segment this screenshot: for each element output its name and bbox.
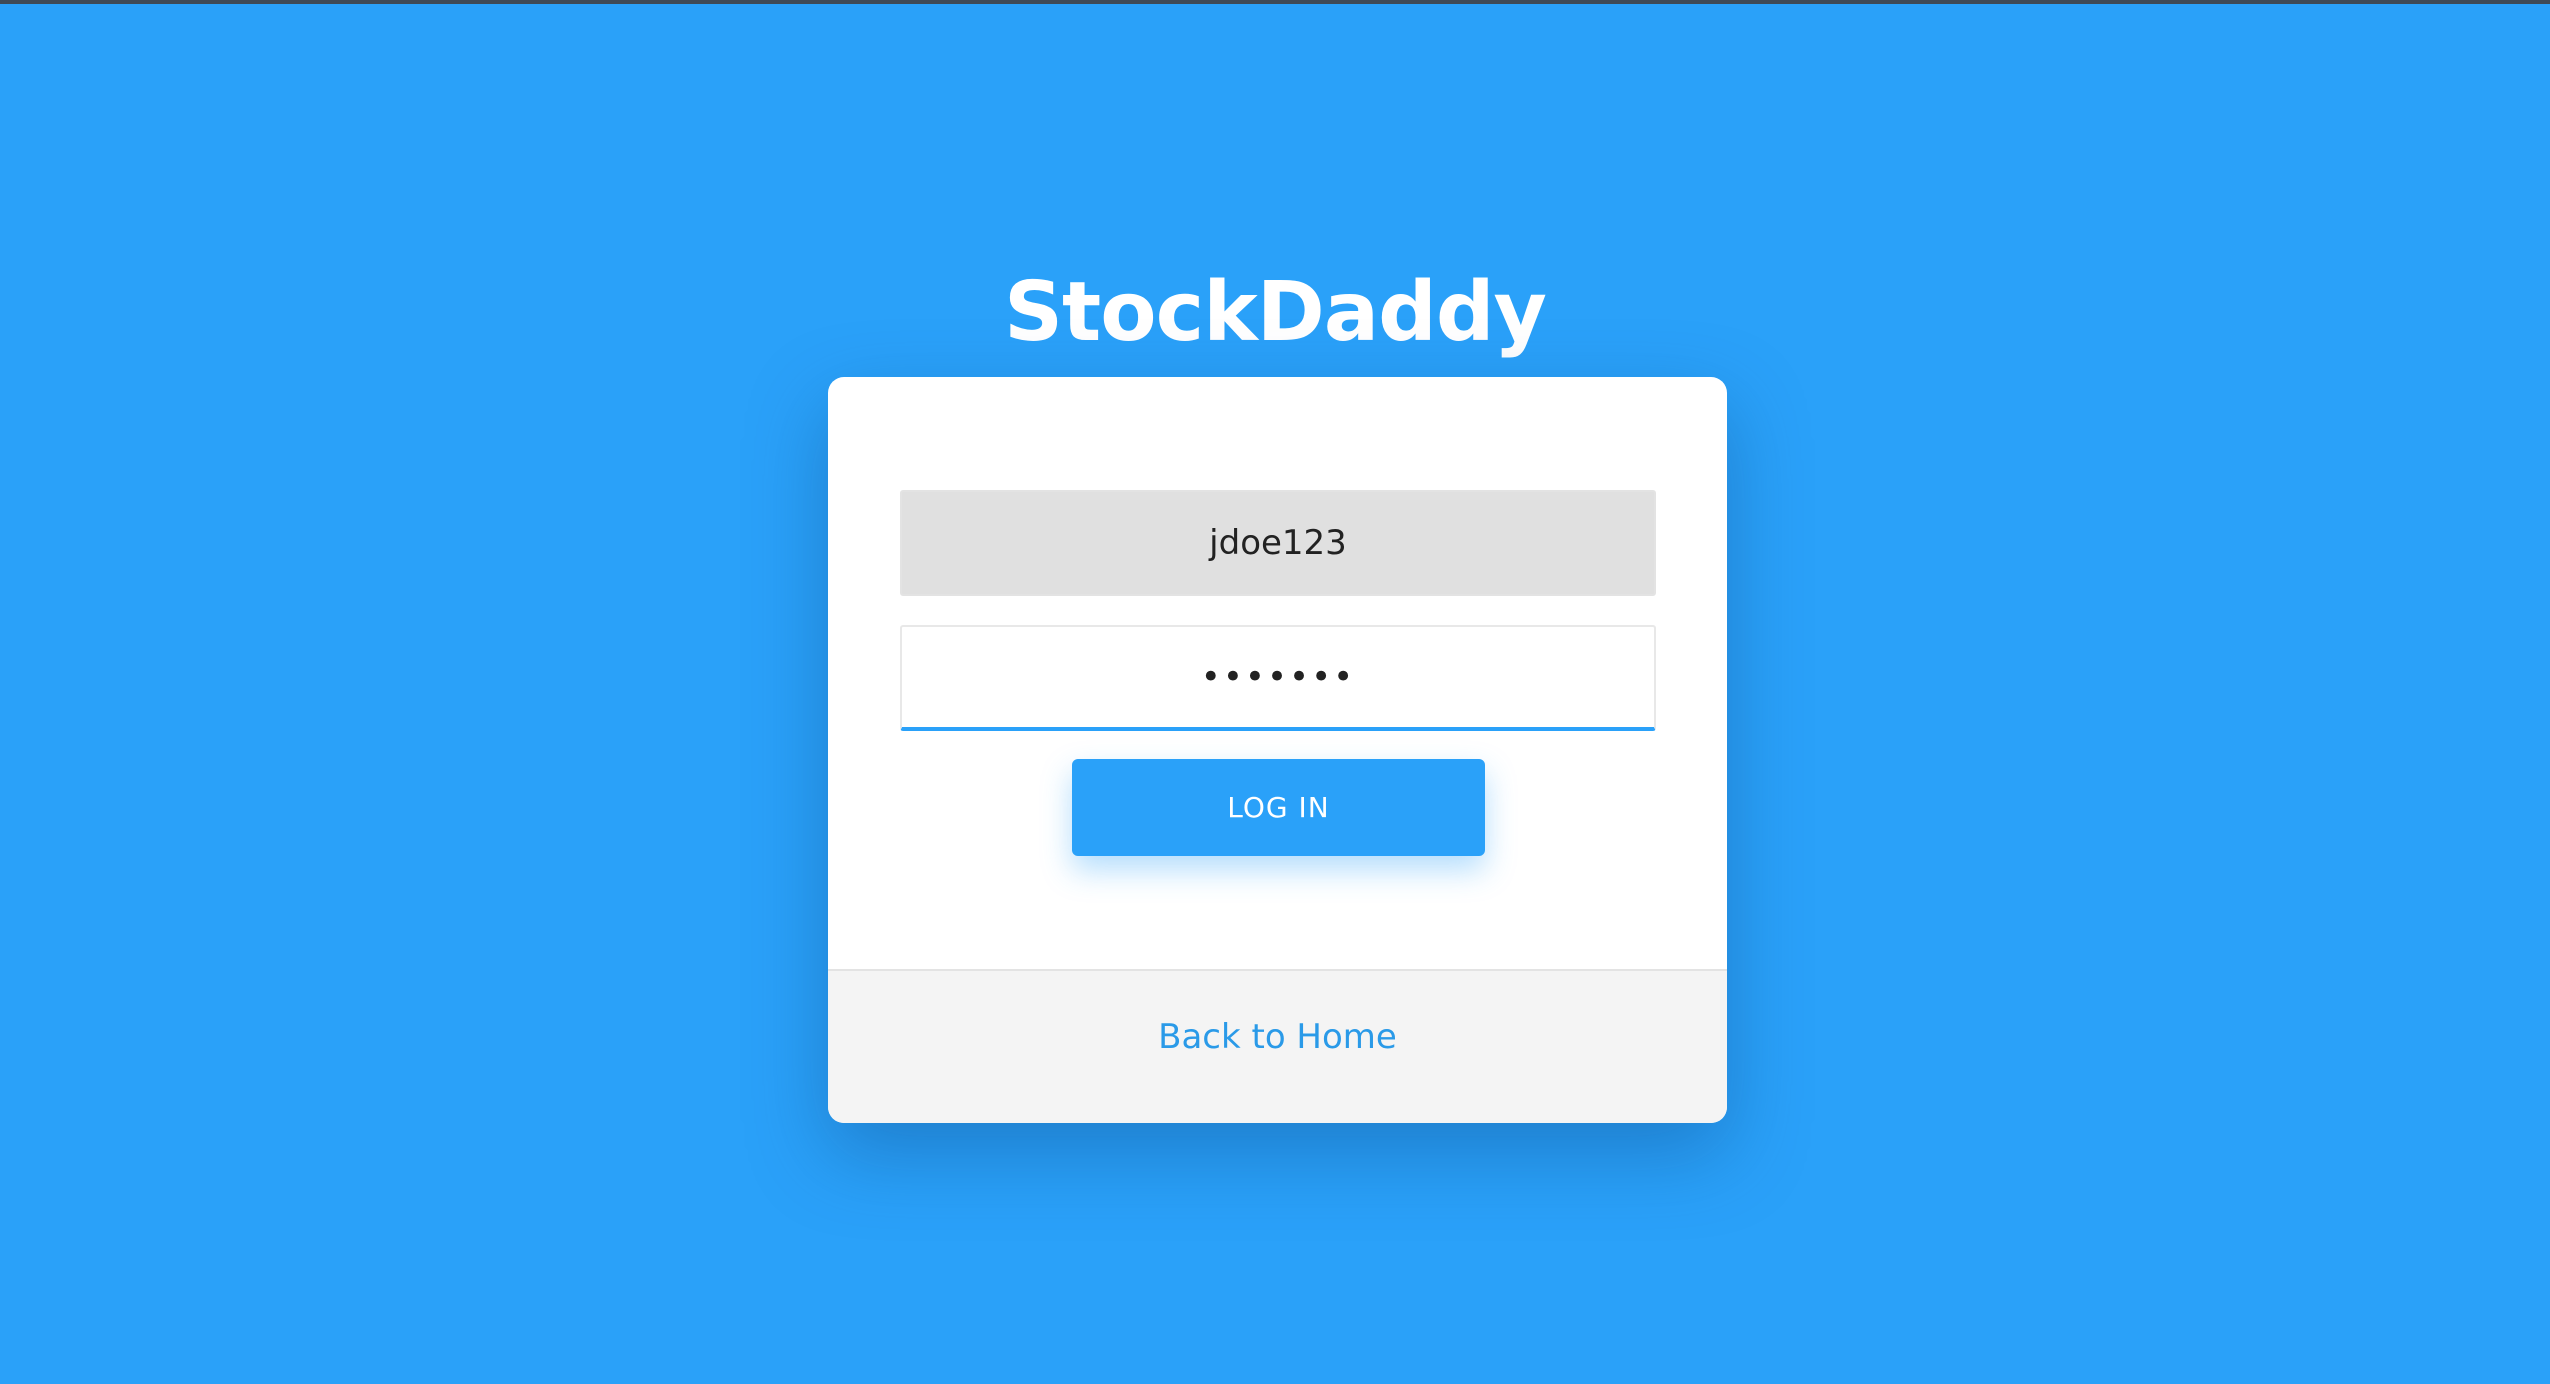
password-input[interactable] bbox=[900, 625, 1656, 731]
back-to-home-link[interactable]: Back to Home bbox=[1158, 1017, 1397, 1057]
login-form: LOG IN bbox=[828, 377, 1727, 969]
brand-logo-text: StockDaddy bbox=[1004, 265, 1547, 360]
login-button[interactable]: LOG IN bbox=[1072, 759, 1485, 856]
window-top-border bbox=[0, 0, 2550, 4]
login-card: LOG IN Back to Home bbox=[828, 377, 1727, 1123]
card-footer: Back to Home bbox=[828, 969, 1727, 1123]
username-input[interactable] bbox=[900, 490, 1656, 596]
